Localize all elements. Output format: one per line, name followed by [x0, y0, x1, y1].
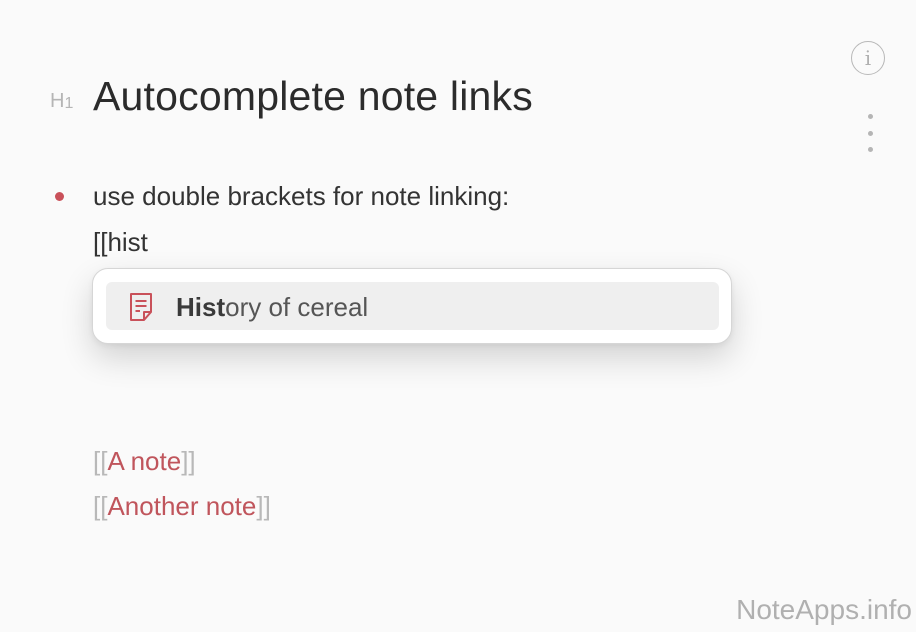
autocomplete-item[interactable]: History of cereal [106, 282, 719, 330]
info-icon[interactable]: i [851, 41, 885, 75]
more-dot-1 [867, 114, 873, 119]
heading-marker-letter: H [50, 90, 65, 112]
more-vertical-icon[interactable] [862, 114, 878, 152]
more-dot-2 [867, 130, 873, 136]
note-link[interactable]: [[A note]] [93, 446, 196, 477]
link-close-bracket: ]] [181, 446, 196, 476]
info-glyph: i [864, 46, 872, 70]
autocomplete-item-label: History of cereal [176, 292, 368, 323]
note-link[interactable]: [[Another note]] [93, 491, 271, 522]
watermark: NoteApps.info [736, 594, 912, 625]
link-open-bracket: [[ [93, 446, 108, 476]
heading-level-marker: H1 [50, 90, 73, 113]
bullet-text[interactable]: use double brackets for note linking: [93, 181, 509, 212]
note-editor: i H1 Autocomplete note links use double … [0, 0, 916, 632]
autocomplete-rest: ory of cereal [225, 292, 369, 322]
note-icon [130, 293, 152, 321]
link-text[interactable]: A note [107, 446, 181, 476]
link-text[interactable]: Another note [107, 491, 256, 521]
link-open-bracket: [[ [93, 491, 108, 521]
heading-marker-level: 1 [64, 95, 74, 112]
bullet-dot [55, 192, 64, 201]
more-dot-3 [867, 147, 873, 152]
typed-link-input[interactable]: [[hist [93, 227, 148, 258]
link-close-bracket: ]] [256, 491, 271, 521]
note-title[interactable]: Autocomplete note links [93, 73, 533, 120]
autocomplete-popup: History of cereal [92, 268, 732, 344]
autocomplete-match: Hist [176, 292, 226, 322]
